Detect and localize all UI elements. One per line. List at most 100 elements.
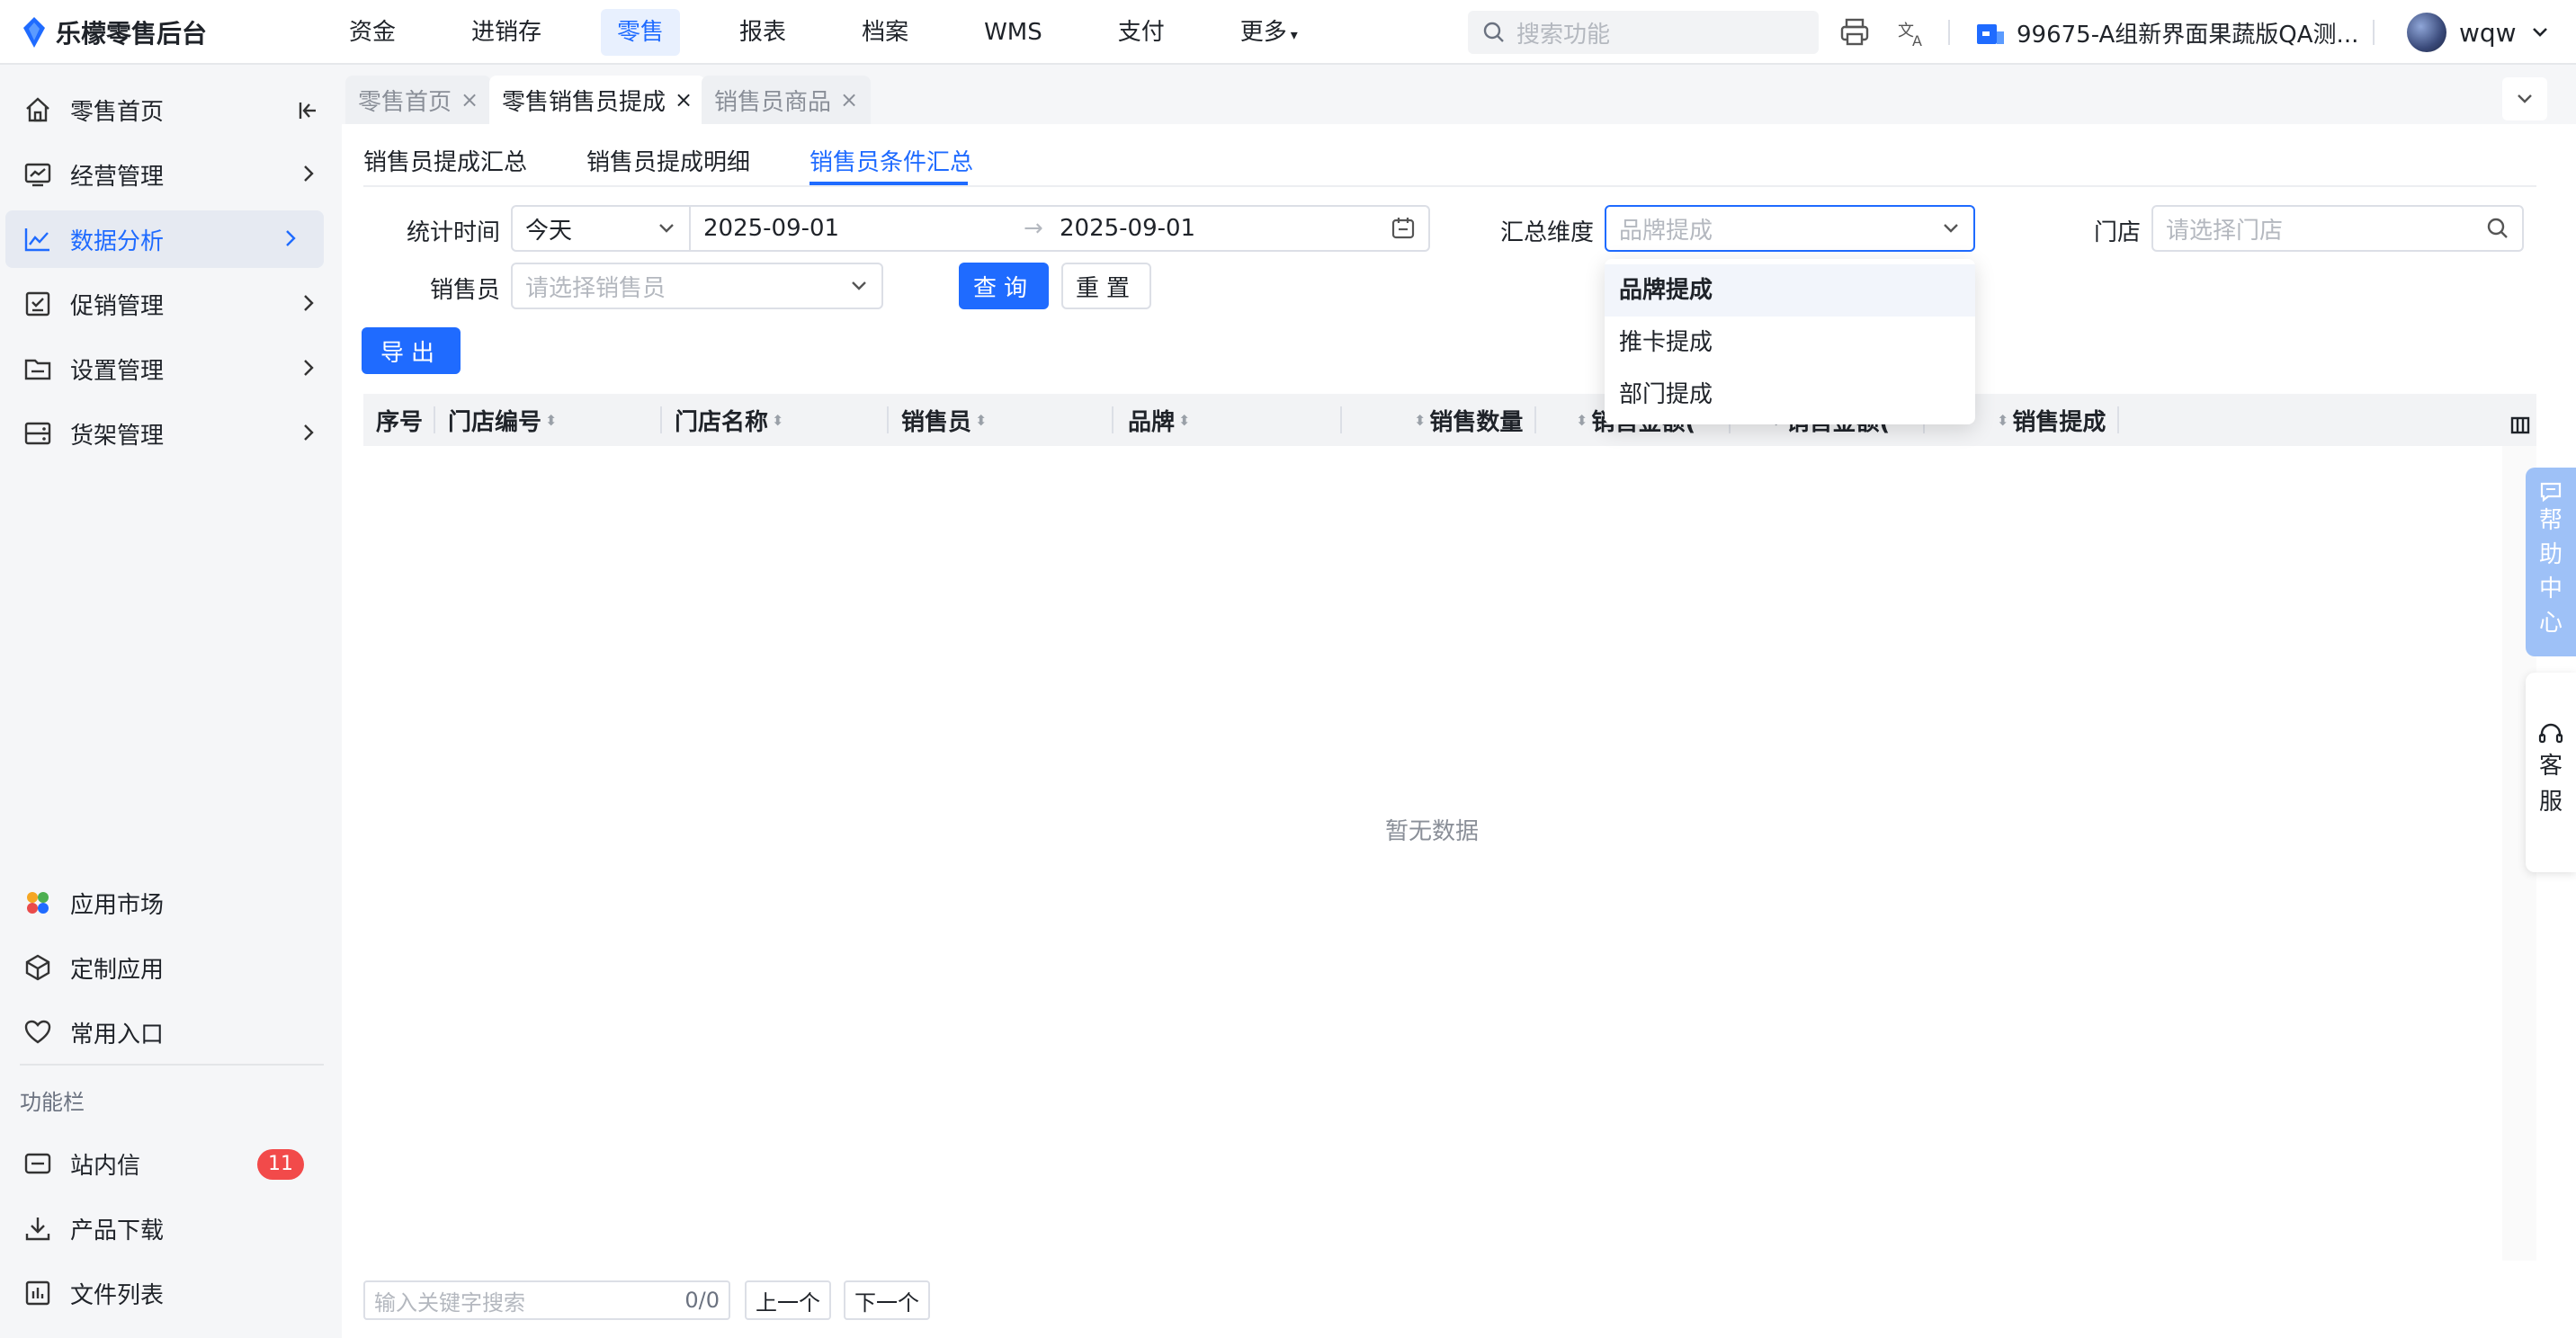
prev-match-button[interactable]: 上一个 [745,1280,831,1320]
sort-icon[interactable]: ⬍ [1997,412,2008,429]
sidebar-item-shelf[interactable]: 货架管理 [0,405,342,462]
nav-item-more[interactable]: 更多 ▾ [1224,9,1314,56]
chevron-right-icon [304,295,314,311]
nav-item-retail[interactable]: 零售 [601,9,681,56]
dropdown-option-brand[interactable]: 品牌提成 [1605,264,1975,317]
tabs-more-button[interactable] [2502,77,2547,120]
close-icon[interactable]: × [840,87,858,112]
customer-service-button[interactable]: 客 服 [2526,673,2576,872]
sort-icon[interactable]: ⬍ [1178,412,1190,429]
store-select[interactable]: 请选择门店 [2151,205,2524,252]
nav-item-reports[interactable]: 报表 [723,9,802,56]
next-match-button[interactable]: 下一个 [844,1280,930,1320]
query-button[interactable]: 查询 [959,263,1049,309]
sort-icon[interactable]: ⬍ [1576,412,1588,429]
sidebar-item-settings[interactable]: 设置管理 [0,340,342,397]
sidebar-item-custom-apps[interactable]: 定制应用 [0,939,342,996]
tab-label: 零售首页 [358,88,452,116]
sidebar-item-favorites[interactable]: 常用入口 [0,1004,342,1061]
time-label: 统计时间 [406,219,500,246]
export-button[interactable]: 导出 [362,327,461,374]
nav-item-inventory[interactable]: 进销存 [455,9,558,56]
match-count: 0/0 [684,1288,720,1313]
chevron-down-icon [659,224,674,233]
dropdown-option-department[interactable]: 部门提成 [1605,369,1975,421]
sidebar-item-messages[interactable]: 站内信 11 [0,1135,342,1192]
col-divider[interactable] [434,406,435,433]
col-divider[interactable] [2117,406,2119,433]
sidebar-item-label: 产品下载 [70,1217,165,1244]
sidebar-item-downloads[interactable]: 产品下载 [0,1200,342,1257]
keyword-search-input[interactable]: 输入关键字搜索 0/0 [363,1280,730,1320]
nav-label: 报表 [739,19,787,46]
col-header-brand[interactable]: 品牌 ⬍ [1128,394,1190,446]
time-range-select[interactable]: 今天 [513,207,691,250]
dropdown-option-card[interactable]: 推卡提成 [1605,317,1975,369]
shop-selector[interactable]: 99675-A组新界面果蔬版QA测... [1975,14,2358,50]
download-icon [22,1212,54,1244]
page-tab-sales-product[interactable]: 销售员商品 × [702,76,872,124]
col-divider[interactable] [1112,406,1114,433]
col-label: 序号 [376,408,424,436]
dimension-select[interactable]: 品牌提成 [1605,205,1975,252]
subtab-commission-detail[interactable]: 销售员提成明细 [586,144,750,177]
reset-button[interactable]: 重置 [1061,263,1151,309]
help-char: 帮 [2538,507,2563,534]
sidebar-item-label: 常用入口 [70,1021,165,1048]
subtab-condition-summary[interactable]: 销售员条件汇总 [809,144,973,177]
sidebar-item-promotion[interactable]: 促销管理 [0,275,342,333]
printer-icon[interactable] [1838,16,1871,49]
col-header-store-name[interactable]: 门店名称 ⬍ [675,394,783,446]
collapse-sidebar-icon[interactable] [295,99,318,122]
col-divider[interactable] [887,406,889,433]
col-header-sales-commission[interactable]: ⬍ 销售提成 [1997,394,2106,446]
app-logo[interactable]: 乐檬零售后台 [22,14,207,50]
col-divider[interactable] [1534,406,1536,433]
sidebar-item-business[interactable]: 经营管理 [0,146,342,203]
nav-item-archive[interactable]: 档案 [845,9,925,56]
logo-icon [23,17,45,48]
col-header-store-code[interactable]: 门店编号 ⬍ [448,394,557,446]
sidebar-item-retail-home[interactable]: 零售首页 [0,81,342,138]
subtab-commission-summary[interactable]: 销售员提成汇总 [363,144,527,177]
nav-item-wms[interactable]: WMS [968,9,1059,56]
folder-icon [22,352,54,385]
sort-icon[interactable]: ⬍ [772,412,783,429]
shop-name: 99675-A组新界面果蔬版QA测... [2017,21,2359,49]
date-end-input[interactable]: 2025-09-01 [1056,215,1391,242]
page-tab-retail-home[interactable]: 零售首页 × [345,76,492,124]
nav-item-funds[interactable]: 资金 [333,9,412,56]
salesperson-select[interactable]: 请选择销售员 [511,263,883,309]
col-header-index: 序号 [376,394,423,446]
store-icon [1977,24,2004,44]
help-center-button[interactable]: 帮 助 中 心 [2526,468,2576,656]
nav-label: 资金 [349,19,397,46]
sort-icon[interactable]: ⬍ [545,412,557,429]
sidebar-item-label: 数据分析 [70,227,165,255]
sidebar-item-data-analysis[interactable]: 数据分析 [5,210,324,268]
unread-badge: 11 [257,1149,304,1180]
sidebar-item-label: 设置管理 [70,357,165,385]
chevron-down-icon [2532,28,2547,37]
subtab-active-indicator [809,182,968,185]
nav-item-payment[interactable]: 支付 [1102,9,1181,56]
calendar-icon[interactable] [1391,216,1416,241]
date-start-value: 2025-09-01 [703,215,840,242]
col-divider[interactable] [660,406,662,433]
sidebar-item-file-list[interactable]: 文件列表 [0,1264,342,1322]
close-icon[interactable]: × [675,87,693,112]
col-header-sales-qty[interactable]: ⬍ 销售数量 [1414,394,1523,446]
sort-icon[interactable]: ⬍ [975,412,987,429]
close-icon[interactable]: × [461,87,479,112]
promotion-icon [22,288,54,320]
date-start-input[interactable]: 2025-09-01 [691,215,1024,242]
sidebar-item-app-market[interactable]: 应用市场 [0,874,342,932]
col-header-salesperson[interactable]: 销售员 ⬍ [901,394,987,446]
function-search-input[interactable]: 搜索功能 [1468,11,1819,54]
sort-icon[interactable]: ⬍ [1414,412,1426,429]
translate-icon[interactable]: 文 A [1896,16,1928,49]
col-divider[interactable] [1340,406,1342,433]
user-menu[interactable]: wqw [2407,9,2551,56]
chevron-down-icon [852,281,866,290]
page-tab-sales-commission[interactable]: 零售销售员提成 × [489,76,706,124]
